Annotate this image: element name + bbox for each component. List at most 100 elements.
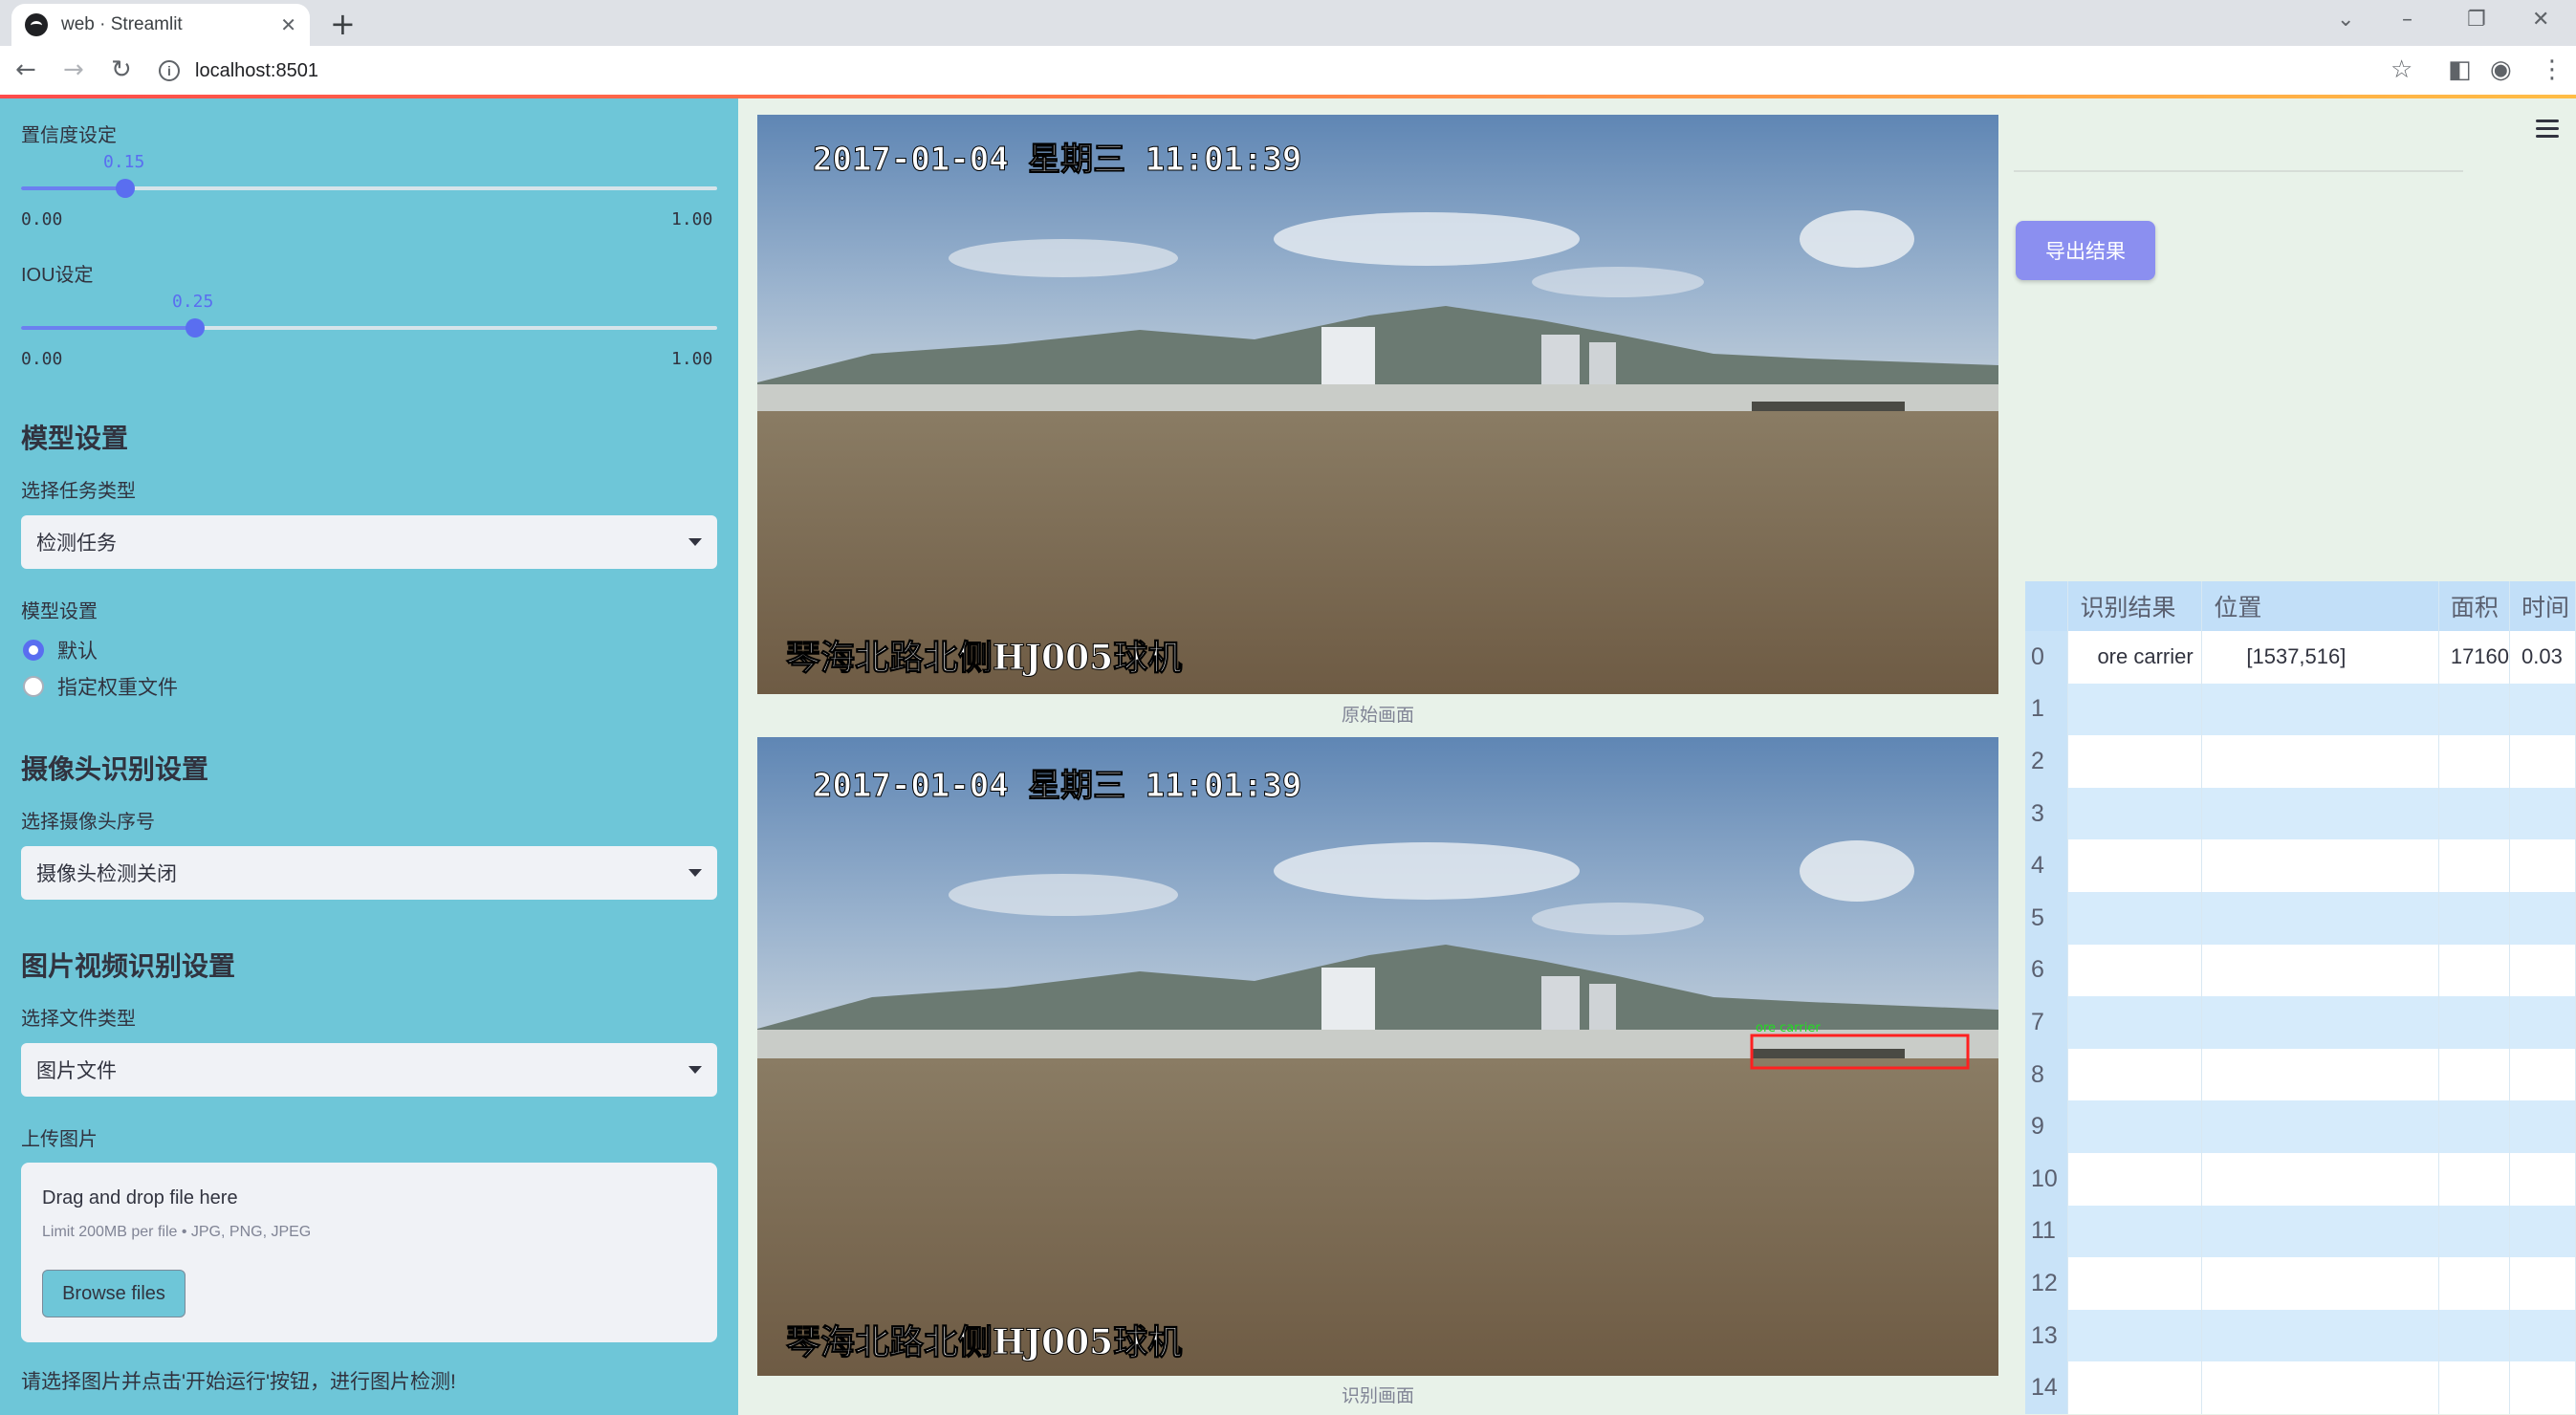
task-type-select[interactable]: 检测任务 xyxy=(21,515,717,569)
table-cell[interactable] xyxy=(2201,996,2439,1049)
row-index[interactable]: 9 xyxy=(2025,1100,2069,1153)
table-cell[interactable] xyxy=(2509,1309,2576,1362)
row-index[interactable]: 14 xyxy=(2025,1361,2069,1414)
row-index[interactable]: 5 xyxy=(2025,891,2069,945)
table-row[interactable]: 11 xyxy=(2025,1205,2576,1258)
table-row[interactable]: 4 xyxy=(2025,839,2576,892)
table-cell[interactable] xyxy=(2201,1100,2439,1153)
site-info-icon[interactable]: i xyxy=(159,60,180,81)
file-dropzone[interactable]: Drag and drop file here Limit 200MB per … xyxy=(21,1163,717,1342)
table-cell[interactable] xyxy=(2201,1205,2439,1258)
table-cell[interactable]: ore carrier xyxy=(2067,631,2203,684)
table-row[interactable]: 7 xyxy=(2025,996,2576,1049)
row-index[interactable]: 12 xyxy=(2025,1257,2069,1310)
column-header-result[interactable]: 识别结果 xyxy=(2067,581,2203,631)
table-cell[interactable] xyxy=(2438,891,2511,945)
camera-index-select[interactable]: 摄像头检测关闭 xyxy=(21,846,717,900)
table-cell[interactable] xyxy=(2067,1100,2203,1153)
table-cell[interactable] xyxy=(2201,1361,2439,1414)
row-index[interactable]: 0 xyxy=(2025,631,2069,684)
table-row[interactable]: 5 xyxy=(2025,891,2576,945)
table-cell[interactable] xyxy=(2509,1205,2576,1258)
table-cell[interactable] xyxy=(2201,1309,2439,1362)
row-index[interactable]: 13 xyxy=(2025,1309,2069,1362)
bookmark-star-icon[interactable]: ☆ xyxy=(2390,55,2412,84)
profile-avatar-icon[interactable]: ◉ xyxy=(2490,55,2512,84)
table-cell[interactable] xyxy=(2509,1100,2576,1153)
radio-default[interactable]: 默认 xyxy=(23,636,98,664)
table-cell[interactable] xyxy=(2438,683,2511,736)
table-cell[interactable] xyxy=(2067,787,2203,840)
table-cell[interactable] xyxy=(2509,1152,2576,1206)
table-cell[interactable] xyxy=(2509,996,2576,1049)
table-row[interactable]: 14 xyxy=(2025,1361,2576,1414)
table-cell[interactable] xyxy=(2438,1205,2511,1258)
table-row[interactable]: 0 ore carrier [1537,516] 17160 0.03 xyxy=(2025,631,2576,684)
address-bar[interactable]: i localhost:8501 xyxy=(159,52,2387,90)
table-cell[interactable] xyxy=(2067,1257,2203,1310)
table-cell[interactable] xyxy=(2438,1257,2511,1310)
row-index[interactable]: 7 xyxy=(2025,996,2069,1049)
table-cell[interactable] xyxy=(2438,996,2511,1049)
table-cell[interactable] xyxy=(2067,944,2203,997)
minimize-icon[interactable]: – xyxy=(2402,8,2412,32)
row-index[interactable]: 8 xyxy=(2025,1048,2069,1101)
table-row[interactable]: 1 xyxy=(2025,683,2576,736)
row-index[interactable]: 2 xyxy=(2025,735,2069,788)
browse-files-button[interactable]: Browse files xyxy=(42,1270,186,1317)
file-type-select[interactable]: 图片文件 xyxy=(21,1043,717,1097)
table-cell[interactable] xyxy=(2201,891,2439,945)
table-cell[interactable] xyxy=(2509,683,2576,736)
radio-custom-weights[interactable]: 指定权重文件 xyxy=(23,672,178,701)
table-cell[interactable] xyxy=(2438,1048,2511,1101)
reload-icon[interactable]: ↻ xyxy=(111,55,132,84)
table-cell[interactable] xyxy=(2509,1361,2576,1414)
column-header-time[interactable]: 时间 xyxy=(2509,581,2576,631)
table-cell[interactable] xyxy=(2509,839,2576,892)
table-cell[interactable] xyxy=(2509,891,2576,945)
table-cell[interactable] xyxy=(2509,787,2576,840)
confidence-slider[interactable] xyxy=(21,179,717,198)
table-cell[interactable] xyxy=(2201,839,2439,892)
table-row[interactable]: 8 xyxy=(2025,1048,2576,1101)
side-panel-icon[interactable]: ◧ xyxy=(2448,55,2472,84)
table-cell[interactable] xyxy=(2201,683,2439,736)
forward-icon[interactable]: → xyxy=(63,55,84,84)
table-cell[interactable] xyxy=(2067,1152,2203,1206)
table-cell[interactable] xyxy=(2438,1152,2511,1206)
table-cell[interactable] xyxy=(2509,944,2576,997)
table-cell[interactable] xyxy=(2438,1309,2511,1362)
row-index[interactable]: 10 xyxy=(2025,1152,2069,1206)
table-cell[interactable] xyxy=(2067,891,2203,945)
menu-kebab-icon[interactable]: ⋮ xyxy=(2540,55,2565,84)
table-row[interactable]: 10 xyxy=(2025,1152,2576,1206)
export-results-button[interactable]: 导出结果 xyxy=(2016,221,2155,280)
row-index[interactable]: 6 xyxy=(2025,944,2069,997)
row-index[interactable]: 3 xyxy=(2025,787,2069,840)
table-cell[interactable] xyxy=(2067,735,2203,788)
table-cell[interactable] xyxy=(2067,1048,2203,1101)
table-cell[interactable] xyxy=(2201,944,2439,997)
iou-slider[interactable] xyxy=(21,318,717,337)
table-cell[interactable] xyxy=(2067,839,2203,892)
hamburger-menu-icon[interactable] xyxy=(2536,120,2559,142)
close-window-icon[interactable]: ✕ xyxy=(2532,8,2549,32)
browser-tab[interactable]: web · Streamlit ✕ xyxy=(11,4,310,46)
table-cell[interactable]: 0.03 xyxy=(2509,631,2576,684)
row-index[interactable]: 4 xyxy=(2025,839,2069,892)
table-cell[interactable] xyxy=(2509,735,2576,788)
table-row[interactable]: 6 xyxy=(2025,944,2576,997)
table-cell[interactable] xyxy=(2438,787,2511,840)
table-cell[interactable] xyxy=(2067,1309,2203,1362)
back-icon[interactable]: ← xyxy=(15,55,36,84)
table-row[interactable]: 2 xyxy=(2025,735,2576,788)
table-cell[interactable] xyxy=(2438,1361,2511,1414)
tab-close-icon[interactable]: ✕ xyxy=(280,13,296,37)
table-cell[interactable] xyxy=(2438,735,2511,788)
table-cell[interactable] xyxy=(2438,944,2511,997)
table-cell[interactable] xyxy=(2067,1361,2203,1414)
table-row[interactable]: 3 xyxy=(2025,787,2576,840)
table-row[interactable]: 9 xyxy=(2025,1100,2576,1153)
table-cell[interactable] xyxy=(2201,1048,2439,1101)
column-header-index[interactable] xyxy=(2025,581,2069,631)
